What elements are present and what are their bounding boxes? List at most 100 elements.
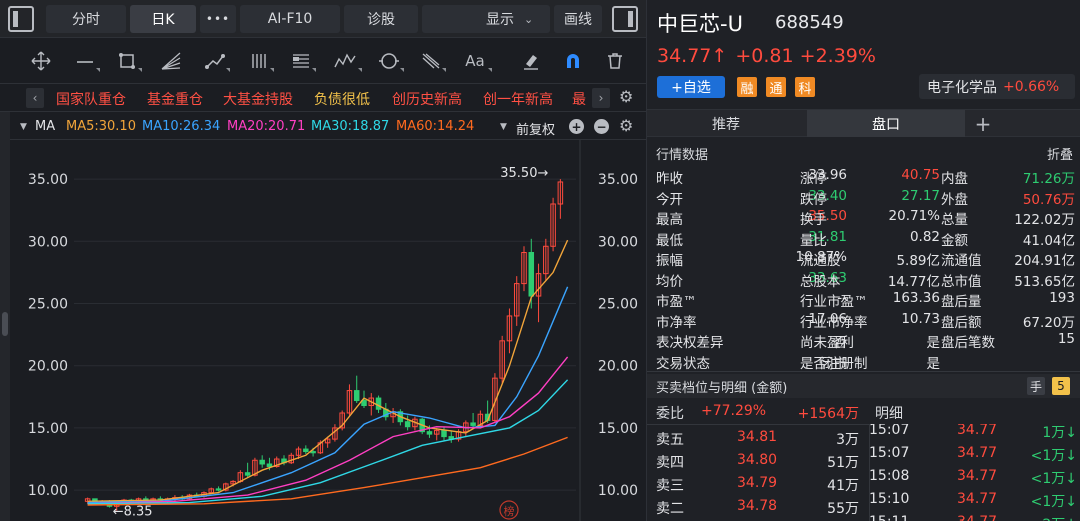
tag-item[interactable]: 创历史新高 xyxy=(392,89,462,109)
trade-time: 15:10 xyxy=(869,491,910,507)
quote-value: 71.26万 xyxy=(1022,171,1075,187)
zoom-in-icon[interactable]: + xyxy=(569,119,584,134)
text-tool-icon[interactable]: Aa xyxy=(460,48,490,74)
ytick-right: 20.00 xyxy=(598,359,638,375)
ask-level-row[interactable]: 卖二 34.78 55万 xyxy=(647,496,869,518)
add-tab-icon[interactable]: + xyxy=(969,110,997,137)
trade-volume: <1万↓ xyxy=(1030,494,1077,510)
quote-label: 交易状态 xyxy=(656,355,710,372)
huaxian-button[interactable]: 画线 xyxy=(554,5,602,33)
tab-recommend[interactable]: 推荐 xyxy=(647,110,805,137)
badge-star-board[interactable]: 科 xyxy=(795,77,815,97)
display-dropdown[interactable]: 显示 ⌄ xyxy=(422,5,550,33)
tags-prev-icon[interactable]: ‹ xyxy=(26,88,44,108)
weibi-label: 委比 xyxy=(656,406,684,422)
scroll-thumb[interactable] xyxy=(2,312,8,336)
trash-icon[interactable] xyxy=(600,48,630,74)
weicha-value: +1564万 xyxy=(797,406,859,422)
detail-label: 明细 xyxy=(875,406,903,422)
trade-price: 34.77 xyxy=(957,422,998,438)
trade-row: 15:10 34.77 <1万↓ xyxy=(869,489,1080,511)
detail-header: 明细 xyxy=(869,401,1080,423)
fuquan-dropdown[interactable]: 前复权 xyxy=(516,119,555,138)
gear-icon[interactable]: ⚙ xyxy=(619,116,633,135)
badge-connect[interactable]: 通 xyxy=(766,77,786,97)
tab-zhengu[interactable]: 诊股 xyxy=(344,5,418,33)
gear-icon[interactable]: ⚙ xyxy=(619,87,633,106)
orderbook-header: 买卖档位与明细 (金额) xyxy=(647,374,1080,398)
quote-label: 行业市净率 xyxy=(800,314,868,331)
wave-tool-icon[interactable] xyxy=(330,48,360,74)
trade-price: 34.77 xyxy=(957,445,998,461)
ma5-value: MA5:30.10 xyxy=(66,119,136,134)
magnet-icon[interactable] xyxy=(558,48,588,74)
tag-item[interactable]: 最 xyxy=(572,89,586,109)
vertical-scrollbar[interactable] xyxy=(0,112,10,521)
trade-price: 34.77 xyxy=(957,514,997,521)
five-level-icon[interactable]: 5 xyxy=(1052,377,1070,395)
collapse-triangle-icon[interactable]: ▼ xyxy=(20,122,27,132)
left-panel-toggle-icon[interactable] xyxy=(8,6,34,32)
fan-tool-icon[interactable] xyxy=(156,48,186,74)
quote-value: 513.65亿 xyxy=(1014,273,1075,290)
tab-pankou[interactable]: 盘口 xyxy=(807,110,965,137)
right-panel-toggle-icon[interactable] xyxy=(612,6,638,32)
ask-level-row[interactable]: 卖四 34.80 51万 xyxy=(647,450,869,472)
candle-body xyxy=(353,390,360,402)
price-change: +0.81 xyxy=(735,45,794,67)
quote-label: 行业市盈™ xyxy=(800,294,868,310)
sector-chip[interactable]: 电子化学品 +0.66% xyxy=(919,74,1075,99)
ask-level-row[interactable]: 卖五 34.81 3万 xyxy=(647,427,869,449)
quote-value: 204.91亿 xyxy=(1014,253,1075,269)
add-watchlist-button[interactable]: +自选 xyxy=(657,76,725,98)
tab-ai-f10[interactable]: AI-F10 xyxy=(240,5,340,33)
quote-value: 41.04亿 xyxy=(1022,232,1075,249)
tag-item[interactable]: 基金重仓 xyxy=(147,89,203,109)
zoom-out-icon[interactable]: − xyxy=(594,119,609,134)
tags-next-icon[interactable]: › xyxy=(592,88,610,108)
trade-row: 15:07 34.77 1万↓ xyxy=(869,420,1080,442)
ytick-left: 35.00 xyxy=(28,172,68,188)
candle-body xyxy=(361,400,367,407)
badge-margin[interactable]: 融 xyxy=(737,77,757,97)
ma-label[interactable]: MA xyxy=(35,119,55,134)
ask-level-row[interactable]: 卖三 34.79 41万 xyxy=(647,473,869,495)
trade-volume: 1万↓ xyxy=(1042,425,1077,441)
more-button[interactable]: ••• xyxy=(200,5,236,33)
hand-unit-icon[interactable]: 手 xyxy=(1027,377,1045,395)
kline-chart[interactable]: 35.00 35.00 30.00 30.00 25.00 25.00 20.00 20.00… xyxy=(14,140,646,521)
trade-row: 15:08 34.77 <1万↓ xyxy=(869,466,1080,488)
level-amount: 51万 xyxy=(827,455,859,471)
collapse-button[interactable]: 折叠 xyxy=(1047,144,1073,163)
quote-label: 均价 xyxy=(656,273,683,290)
candle-body xyxy=(303,448,309,453)
quote-label: 尚未盈利 xyxy=(800,335,854,351)
quote-label: 金额 xyxy=(941,232,968,249)
tag-item[interactable]: 创一年新高 xyxy=(483,89,553,109)
quote-label: 最低 xyxy=(656,232,683,249)
move-cross-icon[interactable] xyxy=(26,48,56,74)
quote-label: 流通值 xyxy=(941,253,982,269)
tag-item[interactable]: 大基金持股 xyxy=(223,89,293,109)
quote-row: 市净率 17.06 行业市净率 10.73 盘后额 67.20万 xyxy=(647,310,1080,331)
quote-label: 换手 xyxy=(800,212,827,228)
ytick-right: 10.00 xyxy=(598,483,638,499)
orderbook-title: 买卖档位与明细 (金额) xyxy=(656,381,788,396)
tag-item[interactable]: 国家队重仓 xyxy=(56,89,126,109)
tab-daily-k[interactable]: 日K xyxy=(130,5,196,33)
candle-body xyxy=(244,472,251,476)
candle-body xyxy=(375,397,382,410)
caret-icon xyxy=(442,68,446,72)
divider xyxy=(869,398,870,521)
tab-fenshi[interactable]: 分时 xyxy=(46,5,126,33)
ma10-value: MA10:26.34 xyxy=(142,119,221,134)
quote-label: 振幅 xyxy=(656,253,683,269)
quote-label: 量比 xyxy=(800,232,827,249)
eraser-tool-icon[interactable] xyxy=(516,48,546,74)
tag-item[interactable]: 负债很低 xyxy=(314,89,370,109)
quote-value: 10.73 xyxy=(901,310,940,327)
stock-name: 中巨芯-U xyxy=(657,12,743,36)
ma-line-ma5 xyxy=(87,239,569,502)
rank-stamp-text: 榜 xyxy=(504,504,515,518)
quote-value: 15 xyxy=(1057,331,1075,347)
